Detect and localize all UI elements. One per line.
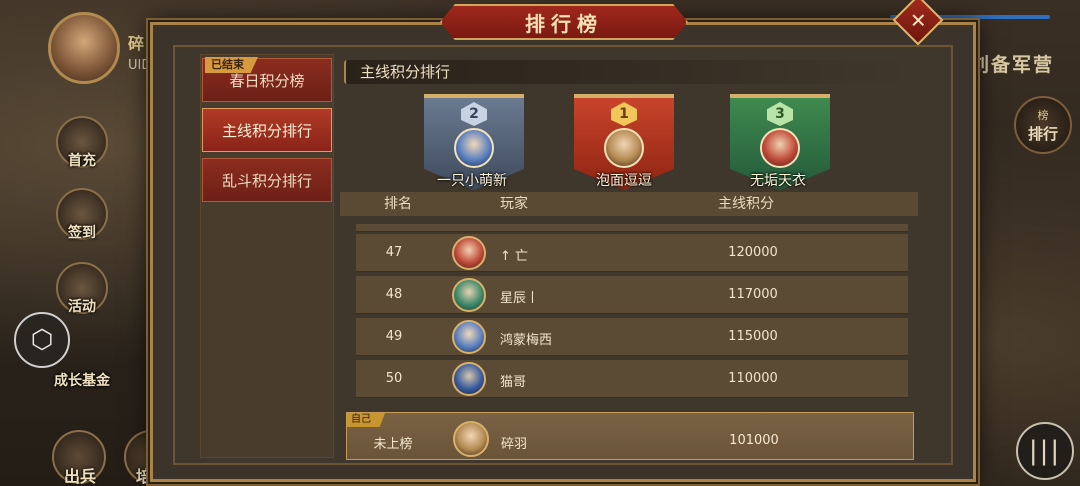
- row-score: 115000: [728, 329, 778, 344]
- podium-first-avatar: [604, 128, 644, 168]
- podium-second-avatar: [454, 128, 494, 168]
- tab-mainline-points-label: 主线积分排行: [221, 121, 312, 140]
- cube-icon[interactable]: ⬡: [14, 312, 70, 368]
- dialog-title-plate: 排行榜: [440, 4, 688, 40]
- row-avatar: [452, 362, 486, 396]
- sign-in-label: 签到: [68, 225, 96, 241]
- podium-third-avatar: [760, 128, 800, 168]
- self-avatar: [453, 421, 489, 457]
- row-avatar: [452, 278, 486, 312]
- menu-icon[interactable]: |||: [1016, 422, 1074, 480]
- ranking-button-small: 榜: [1037, 108, 1049, 122]
- self-name: 碎羽: [501, 437, 528, 452]
- row-rank: 47: [385, 245, 403, 260]
- row-avatar: [452, 320, 486, 354]
- header-rank: 排名: [384, 196, 412, 212]
- row-avatar: [452, 236, 486, 270]
- table-header: 排名 玩家 主线积分: [340, 192, 918, 216]
- rank-3-emblem: 3: [767, 102, 793, 126]
- row-player-name: ↑ 亡: [500, 249, 529, 264]
- row-player-name: 猫哥: [500, 375, 527, 390]
- close-icon: ✕: [909, 7, 927, 32]
- dispatch-label: 出兵: [64, 467, 97, 486]
- growth-fund-label[interactable]: 成长基金: [50, 370, 114, 390]
- self-rank: 未上榜: [373, 437, 413, 452]
- podium-third-name: 无垢天衣: [750, 173, 806, 189]
- dialog-title: 排行榜: [525, 11, 603, 36]
- tab-mainline-points[interactable]: 主线积分排行: [202, 108, 332, 152]
- row-score: 120000: [728, 245, 778, 260]
- header-player: 玩家: [500, 196, 528, 212]
- self-rank-row[interactable]: 自己 未上榜 碎羽 101000: [346, 412, 914, 460]
- table-row[interactable]: 48 星辰丨 117000: [356, 276, 908, 314]
- podium-first-name: 泡面逗逗: [596, 173, 652, 189]
- tab-brawl-points[interactable]: 乱斗积分排行: [202, 158, 332, 202]
- player-avatar[interactable]: [48, 12, 120, 84]
- activity-label: 活动: [68, 299, 96, 315]
- rank-1-emblem: 1: [611, 102, 637, 126]
- player-uid: UID: [128, 58, 152, 73]
- row-rank: 48: [385, 287, 403, 302]
- first-recharge-label: 首充: [68, 153, 96, 169]
- camp-title: 刘备军营: [969, 54, 1054, 76]
- row-player-name: 星辰丨: [500, 291, 540, 306]
- self-score: 101000: [729, 433, 779, 448]
- section-title: 主线积分排行: [344, 60, 916, 84]
- table-row[interactable]: 50 猫哥 110000: [356, 360, 908, 398]
- table-row-partial: [356, 224, 908, 232]
- row-rank: 50: [385, 371, 403, 386]
- row-score: 117000: [728, 287, 778, 302]
- tab-brawl-points-label: 乱斗积分排行: [221, 171, 312, 190]
- rank-2-emblem: 2: [461, 102, 487, 126]
- podium-second-name: 一只小萌新: [437, 173, 507, 189]
- row-rank: 49: [385, 329, 403, 344]
- header-score: 主线积分: [718, 196, 774, 212]
- ranking-button[interactable]: 榜 排行: [1014, 96, 1072, 154]
- row-score: 110000: [728, 371, 778, 386]
- row-player-name: 鸿蒙梅西: [500, 333, 553, 348]
- ranking-button-label: 排行: [1027, 124, 1058, 143]
- table-row[interactable]: 49 鸿蒙梅西 115000: [356, 318, 908, 356]
- self-tag: 自己: [347, 413, 385, 427]
- table-row[interactable]: 47 ↑ 亡 120000: [356, 234, 908, 272]
- ended-badge: 已结束: [205, 57, 258, 73]
